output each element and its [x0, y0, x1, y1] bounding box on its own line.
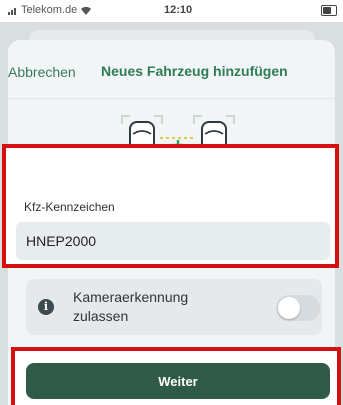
- camera-recognition-label: Kameraerkennung zulassen: [73, 289, 189, 324]
- page-title: Neues Fahrzeug hinzufügen: [101, 63, 288, 79]
- info-icon: i: [38, 299, 54, 315]
- sheet-header: Abbrechen Neues Fahrzeug hinzufügen: [8, 40, 335, 98]
- carrier-name: Telekom.de: [21, 4, 78, 16]
- status-left: Telekom.de: [8, 4, 92, 16]
- continue-button[interactable]: Weiter: [26, 363, 330, 399]
- header-divider: [8, 98, 335, 99]
- clock: 12:10: [164, 4, 193, 16]
- cancel-button[interactable]: Abbrechen: [8, 64, 76, 80]
- toggle-knob: [278, 297, 300, 319]
- status-bar: Telekom.de 12:10: [0, 0, 343, 22]
- wifi-icon: [81, 6, 92, 15]
- license-plate-input[interactable]: [16, 222, 330, 260]
- battery-icon: [321, 5, 337, 16]
- signal-icon: [8, 7, 16, 15]
- camera-recognition-card: i Kameraerkennung zulassen: [26, 279, 322, 335]
- camera-recognition-toggle[interactable]: [276, 295, 320, 321]
- license-plate-label: Kfz-Kennzeichen: [24, 200, 115, 214]
